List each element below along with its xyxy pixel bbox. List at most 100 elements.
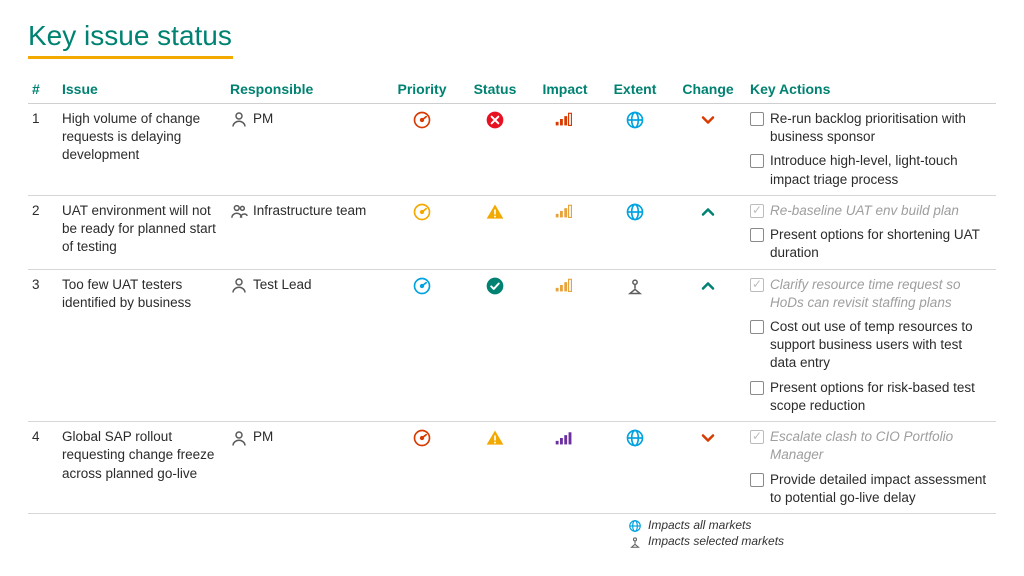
globe-icon [625, 112, 645, 127]
group-icon [230, 202, 248, 220]
action-item: Introduce high-level, light-touch impact… [750, 152, 992, 188]
circle-check-icon [485, 277, 505, 292]
action-text: Escalate clash to CIO Portfolio Manager [770, 428, 992, 464]
circle-x-icon [485, 112, 505, 127]
legend-text: Impacts selected markets [648, 534, 784, 548]
bars-icon [555, 203, 575, 218]
col-ext: Extent [600, 77, 670, 104]
cell-issue: UAT environment will not be ready for pl… [58, 195, 226, 269]
cell-extent [600, 195, 670, 269]
col-stat: Status [460, 77, 530, 104]
cell-change [670, 422, 746, 514]
gauge-icon [412, 277, 432, 292]
table-header-row: # Issue Responsible Priority Status Impa… [28, 77, 996, 104]
cell-num: 1 [28, 104, 58, 196]
legend-text: Impacts all markets [648, 518, 751, 532]
col-num: # [28, 77, 58, 104]
title-underline [28, 56, 233, 59]
responsible-label: PM [253, 110, 273, 128]
table-row: 2 UAT environment will not be ready for … [28, 195, 996, 269]
action-text: Re-run backlog prioritisation with busin… [770, 110, 992, 146]
cell-extent [600, 422, 670, 514]
cell-issue: Global SAP rollout requesting change fre… [58, 422, 226, 514]
col-resp: Responsible [226, 77, 384, 104]
table-row: 3 Too few UAT testers identified by busi… [28, 269, 996, 422]
cell-responsible: PM [226, 104, 384, 196]
action-text: Re-baseline UAT env build plan [770, 202, 959, 220]
checkbox-icon [750, 154, 764, 168]
bars-icon [555, 277, 575, 292]
cell-issue: Too few UAT testers identified by busine… [58, 269, 226, 422]
cell-priority [384, 422, 460, 514]
person-icon [230, 276, 248, 294]
chevron-up-icon [698, 277, 718, 292]
checkbox-icon [750, 430, 764, 444]
chevron-down-icon [698, 112, 718, 127]
action-item: Present options for shortening UAT durat… [750, 226, 992, 262]
checkbox-icon [750, 473, 764, 487]
cell-priority [384, 195, 460, 269]
bars-icon [555, 429, 575, 444]
action-item: Present options for risk-based test scop… [750, 379, 992, 415]
action-text: Cost out use of temp resources to suppor… [770, 318, 992, 373]
cell-status [460, 104, 530, 196]
gauge-icon [412, 430, 432, 445]
map-pin-icon [625, 277, 645, 292]
cell-status [460, 195, 530, 269]
cell-issue: High volume of change requests is delayi… [58, 104, 226, 196]
gauge-icon [412, 203, 432, 218]
legend-row: Impacts selected markets [628, 534, 784, 549]
person-icon [230, 110, 248, 128]
action-item: Cost out use of temp resources to suppor… [750, 318, 992, 373]
cell-actions: Re-run backlog prioritisation with busin… [746, 104, 996, 196]
gauge-icon [412, 112, 432, 127]
checkbox-icon [750, 204, 764, 218]
globe-icon [625, 430, 645, 445]
responsible-label: Infrastructure team [253, 202, 366, 220]
checkbox-icon [750, 278, 764, 292]
cell-change [670, 269, 746, 422]
triangle-excl-icon [485, 430, 505, 445]
col-pri: Priority [384, 77, 460, 104]
cell-num: 4 [28, 422, 58, 514]
cell-extent [600, 269, 670, 422]
cell-priority [384, 269, 460, 422]
issue-table: # Issue Responsible Priority Status Impa… [28, 77, 996, 514]
page-title: Key issue status [28, 20, 996, 52]
col-issue: Issue [58, 77, 226, 104]
cell-responsible: Infrastructure team [226, 195, 384, 269]
responsible-label: PM [253, 428, 273, 446]
action-text: Present options for shortening UAT durat… [770, 226, 992, 262]
table-row: 1 High volume of change requests is dela… [28, 104, 996, 196]
action-item: Re-baseline UAT env build plan [750, 202, 992, 220]
cell-extent [600, 104, 670, 196]
cell-impact [530, 422, 600, 514]
cell-responsible: Test Lead [226, 269, 384, 422]
action-item: Re-run backlog prioritisation with busin… [750, 110, 992, 146]
checkbox-icon [750, 320, 764, 334]
cell-status [460, 269, 530, 422]
cell-impact [530, 269, 600, 422]
cell-impact [530, 195, 600, 269]
cell-actions: Clarify resource time request so HoDs ca… [746, 269, 996, 422]
action-item: Clarify resource time request so HoDs ca… [750, 276, 992, 312]
chevron-down-icon [698, 430, 718, 445]
cell-status [460, 422, 530, 514]
cell-actions: Escalate clash to CIO Portfolio Manager … [746, 422, 996, 514]
checkbox-icon [750, 381, 764, 395]
globe-icon [628, 518, 642, 533]
cell-responsible: PM [226, 422, 384, 514]
cell-change [670, 104, 746, 196]
legend: Impacts all markets Impacts selected mark… [628, 518, 784, 550]
cell-impact [530, 104, 600, 196]
map-pin-icon [628, 534, 642, 549]
action-text: Clarify resource time request so HoDs ca… [770, 276, 992, 312]
triangle-excl-icon [485, 203, 505, 218]
cell-priority [384, 104, 460, 196]
cell-actions: Re-baseline UAT env build plan Present o… [746, 195, 996, 269]
action-text: Provide detailed impact assessment to po… [770, 471, 992, 507]
bars-icon [555, 111, 575, 126]
checkbox-icon [750, 228, 764, 242]
action-item: Escalate clash to CIO Portfolio Manager [750, 428, 992, 464]
col-act: Key Actions [746, 77, 996, 104]
